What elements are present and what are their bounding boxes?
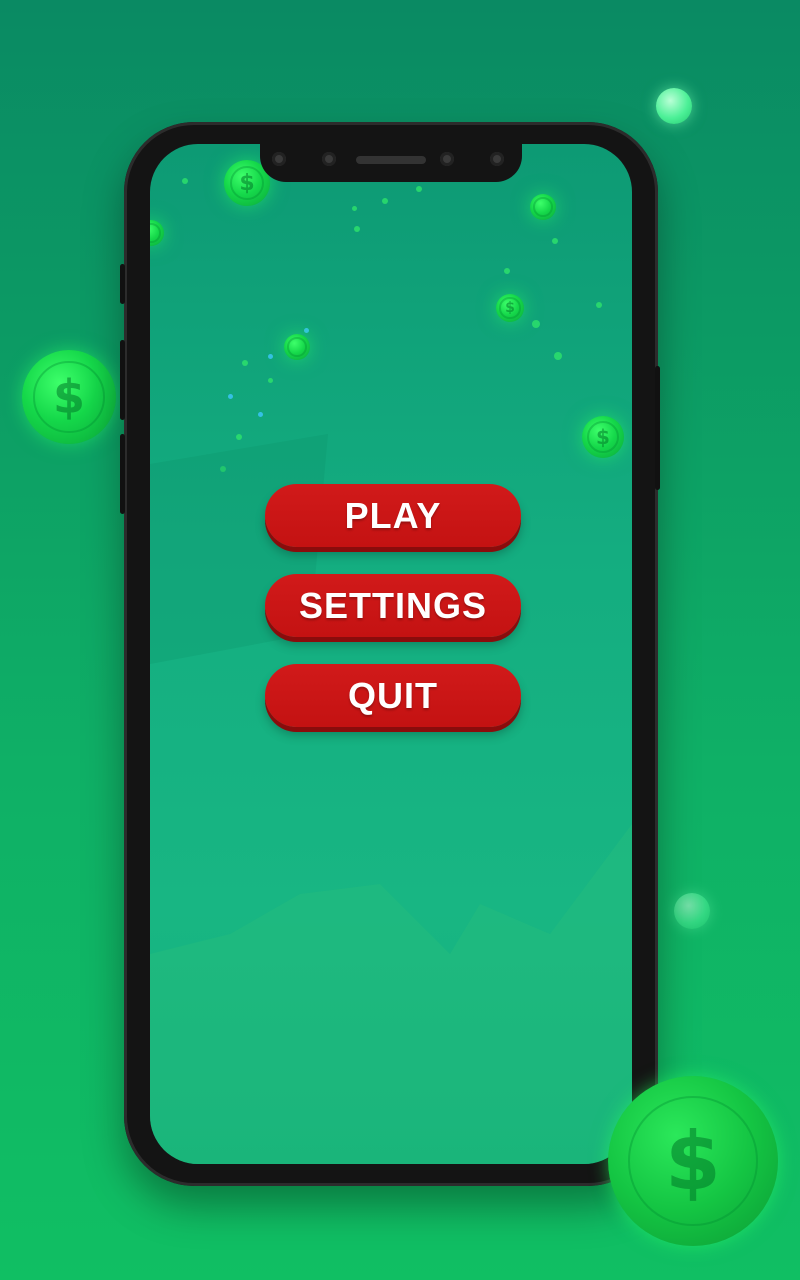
camera-icon — [272, 152, 286, 166]
particle — [228, 394, 233, 399]
particle — [554, 352, 562, 360]
particle — [352, 206, 357, 211]
particle — [596, 302, 602, 308]
sensor-icon — [322, 152, 336, 166]
particle — [354, 226, 360, 232]
particle — [532, 320, 540, 328]
coin-icon: $ — [22, 350, 116, 444]
phone-side-button — [120, 434, 125, 514]
phone-side-button — [120, 340, 125, 420]
settings-button[interactable]: SETTINGS — [265, 574, 521, 637]
coin-icon: $ — [496, 294, 524, 322]
speaker-grille — [356, 156, 426, 164]
play-button[interactable]: PLAY — [265, 484, 521, 547]
phone-notch — [260, 144, 522, 182]
particle — [382, 198, 388, 204]
glow-orb — [656, 88, 692, 124]
phone-side-button — [655, 366, 660, 490]
particle — [182, 178, 188, 184]
coin-icon: $ — [582, 416, 624, 458]
particle — [268, 378, 273, 383]
camera-icon — [490, 152, 504, 166]
quit-button[interactable]: QUIT — [265, 664, 521, 727]
glow-orb — [674, 893, 710, 929]
coin-icon — [150, 220, 164, 246]
particle — [504, 268, 510, 274]
phone-frame: $ $ $ PLAY SETTINGS QUIT — [120, 122, 660, 1186]
particle — [304, 328, 309, 333]
particle — [416, 186, 422, 192]
coin-icon: $ — [608, 1076, 778, 1246]
phone-side-button — [120, 264, 125, 304]
particle — [258, 412, 263, 417]
sensor-icon — [440, 152, 454, 166]
phone-screen: $ $ $ PLAY SETTINGS QUIT — [150, 144, 632, 1164]
main-menu: PLAY SETTINGS QUIT — [265, 484, 521, 727]
particle — [242, 360, 248, 366]
particle — [268, 354, 273, 359]
mountain-silhouette — [150, 824, 632, 1164]
coin-icon — [284, 334, 310, 360]
particle — [552, 238, 558, 244]
coin-icon — [530, 194, 556, 220]
